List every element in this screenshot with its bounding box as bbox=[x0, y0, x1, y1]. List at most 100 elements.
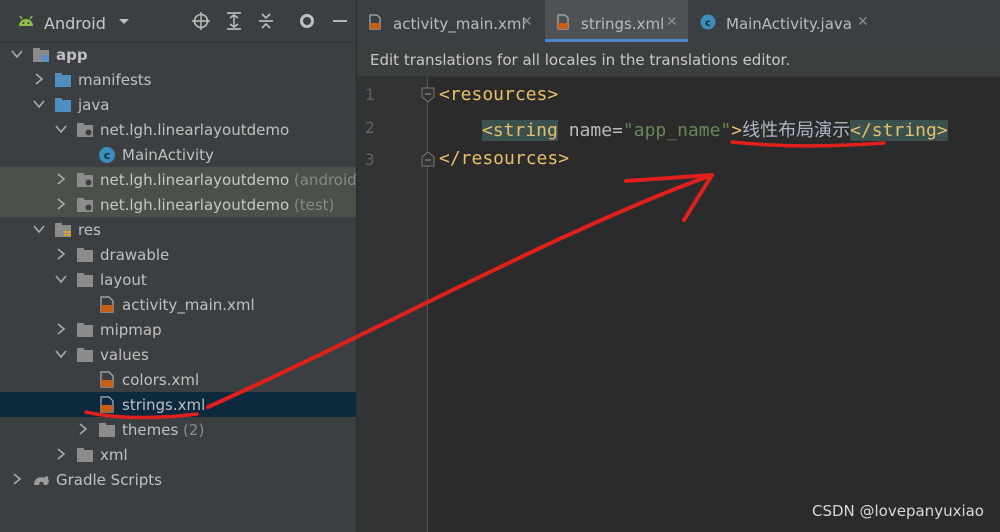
tree-item-app[interactable]: app bbox=[0, 42, 356, 67]
editor-area: activity_main.xml ✕ strings.xml ✕ c Main… bbox=[357, 0, 1000, 532]
tree-item-label: manifests bbox=[78, 71, 152, 89]
svg-text:c: c bbox=[104, 149, 111, 162]
tree-item-label: mipmap bbox=[100, 321, 162, 339]
tree-item-label: colors.xml bbox=[122, 371, 200, 389]
folder-icon bbox=[55, 73, 71, 87]
tree-item-package-android-test[interactable]: net.lgh.linearlayoutdemo (androidT bbox=[0, 167, 366, 192]
expand-all-icon[interactable] bbox=[224, 11, 244, 31]
tree-item-main-activity[interactable]: c MainActivity bbox=[0, 142, 356, 167]
close-icon[interactable]: ✕ bbox=[521, 14, 533, 30]
tree-item-themes[interactable]: themes (2) bbox=[0, 417, 356, 442]
xml-file-icon bbox=[100, 371, 114, 388]
folder-icon bbox=[77, 448, 93, 462]
chevron-right-icon[interactable] bbox=[54, 447, 68, 461]
tree-item-suffix: (androidT bbox=[289, 171, 366, 189]
project-panel: Android app manifests java net.lgh.linearla… bbox=[0, 0, 366, 532]
string-value: 线性布局演示 bbox=[742, 120, 851, 141]
tree-item-label: activity_main.xml bbox=[122, 296, 255, 314]
chevron-right-icon[interactable] bbox=[10, 472, 24, 486]
chevron-down-icon[interactable] bbox=[10, 47, 24, 61]
line-number: 1 bbox=[365, 85, 375, 104]
tree-item-package[interactable]: net.lgh.linearlayoutdemo bbox=[0, 117, 356, 142]
tree-item-label: themes bbox=[122, 421, 179, 439]
resources-folder-icon bbox=[55, 223, 71, 237]
gradle-icon bbox=[34, 476, 49, 485]
close-icon[interactable]: ✕ bbox=[857, 14, 869, 30]
locate-icon[interactable] bbox=[191, 11, 211, 31]
chevron-down-icon[interactable] bbox=[32, 222, 46, 236]
folder-icon bbox=[77, 248, 93, 262]
tree-item-drawable[interactable]: drawable bbox=[0, 242, 356, 267]
tree-item-java[interactable]: java bbox=[0, 92, 356, 117]
folder-icon bbox=[99, 423, 115, 437]
line-number-gutter: 1 2 3 bbox=[357, 77, 435, 532]
xml-file-icon bbox=[100, 396, 114, 413]
xml-file-icon bbox=[369, 14, 381, 30]
chevron-down-icon[interactable] bbox=[32, 97, 46, 111]
tree-item-activity-main-xml[interactable]: activity_main.xml bbox=[0, 292, 356, 317]
android-icon bbox=[19, 15, 33, 26]
tree-item-strings-xml[interactable]: strings.xml bbox=[0, 392, 356, 417]
line-number: 3 bbox=[365, 150, 375, 169]
chevron-right-icon[interactable] bbox=[54, 247, 68, 261]
tree-item-mipmap[interactable]: mipmap bbox=[0, 317, 356, 342]
xml-file-icon bbox=[100, 296, 114, 313]
xml-file-icon bbox=[557, 14, 569, 30]
package-folder-icon bbox=[77, 123, 93, 137]
collapse-all-icon[interactable] bbox=[256, 11, 276, 31]
chevron-right-icon[interactable] bbox=[54, 197, 68, 211]
close-icon[interactable]: ✕ bbox=[666, 14, 678, 30]
tree-item-values[interactable]: values bbox=[0, 342, 356, 367]
fold-icon[interactable] bbox=[421, 87, 435, 103]
tree-item-res[interactable]: res bbox=[0, 217, 356, 242]
chevron-right-icon[interactable] bbox=[76, 422, 90, 436]
line-number: 2 bbox=[365, 118, 375, 137]
tree-item-label: MainActivity bbox=[122, 146, 214, 164]
tree-item-xml[interactable]: xml bbox=[0, 442, 356, 467]
watermark: CSDN @lovepanyuxiao bbox=[811, 502, 984, 520]
tree-item-layout[interactable]: layout bbox=[0, 267, 356, 292]
code-line-3[interactable]: </resources> bbox=[439, 148, 569, 169]
tree-item-label: layout bbox=[100, 271, 147, 289]
module-folder-icon bbox=[33, 48, 49, 62]
minimize-icon[interactable] bbox=[330, 11, 350, 31]
editor-tab-bar: activity_main.xml ✕ strings.xml ✕ c Main… bbox=[357, 0, 1000, 42]
tree-item-colors-xml[interactable]: colors.xml bbox=[0, 367, 356, 392]
chevron-down-icon[interactable] bbox=[114, 11, 134, 31]
tree-item-package-test[interactable]: net.lgh.linearlayoutdemo (test) bbox=[0, 192, 356, 217]
tree-item-label: drawable bbox=[100, 246, 170, 264]
chevron-right-icon[interactable] bbox=[32, 72, 46, 86]
tree-item-label: xml bbox=[100, 446, 128, 464]
tree-item-label: net.lgh.linearlayoutdemo bbox=[100, 121, 290, 139]
folder-icon bbox=[77, 348, 93, 362]
tab-activity-main-xml[interactable]: activity_main.xml ✕ bbox=[357, 0, 543, 42]
chevron-down-icon[interactable] bbox=[54, 347, 68, 361]
tree-item-label: Gradle Scripts bbox=[56, 471, 162, 489]
project-view-selector[interactable]: Android bbox=[44, 14, 106, 33]
svg-text:c: c bbox=[705, 18, 711, 29]
tree-item-label: strings.xml bbox=[122, 396, 206, 414]
chevron-right-icon[interactable] bbox=[54, 322, 68, 336]
folder-icon bbox=[55, 98, 71, 112]
chevron-down-icon[interactable] bbox=[54, 122, 68, 136]
gear-icon[interactable] bbox=[297, 11, 317, 31]
package-folder-icon bbox=[77, 173, 93, 187]
code-line-1[interactable]: <resources> bbox=[439, 84, 558, 105]
project-toolbar: Android bbox=[0, 0, 356, 43]
tree-item-label: java bbox=[78, 96, 110, 114]
tab-strings-xml[interactable]: strings.xml ✕ bbox=[545, 0, 688, 42]
tree-item-suffix: (2) bbox=[178, 421, 205, 439]
chevron-down-icon[interactable] bbox=[54, 272, 68, 286]
tree-item-label: net.lgh.linearlayoutdemo bbox=[100, 171, 290, 189]
package-folder-icon bbox=[77, 198, 93, 212]
fold-icon[interactable] bbox=[421, 151, 435, 167]
tree-item-gradle-scripts[interactable]: Gradle Scripts bbox=[0, 467, 356, 492]
tab-main-activity-java[interactable]: c MainActivity.java ✕ bbox=[690, 0, 880, 42]
tree-item-label: values bbox=[100, 346, 149, 364]
tree-item-label: res bbox=[78, 221, 101, 239]
tree-item-manifests[interactable]: manifests bbox=[0, 67, 356, 92]
folder-icon bbox=[77, 323, 93, 337]
code-line-2[interactable]: <string name="app_name">线性布局演示</string> bbox=[482, 116, 948, 142]
chevron-right-icon[interactable] bbox=[54, 172, 68, 186]
tree-item-label: app bbox=[56, 46, 88, 64]
